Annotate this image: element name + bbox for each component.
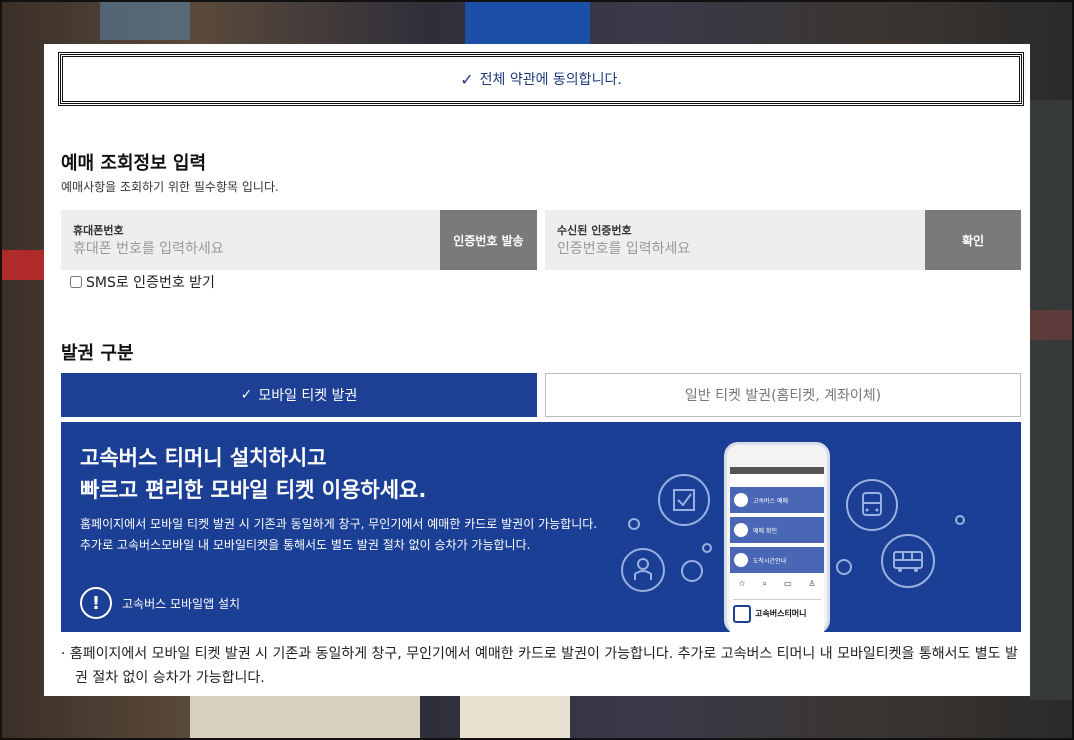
phone-row-label: 고속버스 예매: [753, 497, 789, 505]
notice-body: 홈페이지에서 모바일 티켓 발권 시 기존과 동일하게 창구, 무인기에서 예매…: [69, 646, 1018, 686]
phone-field: 휴대폰번호: [61, 210, 440, 270]
phone-row-label: 도착시간안내: [753, 557, 787, 565]
tab-general-ticket-label: 일반 티켓 발권(홈티켓, 계좌이체): [684, 388, 882, 404]
person-icon-svg: [634, 558, 652, 580]
sms-checkbox[interactable]: [70, 276, 82, 288]
bus-icon: [846, 479, 898, 531]
check-icon: ✓: [240, 387, 253, 403]
send-code-button[interactable]: 인증번호 발송: [440, 210, 537, 270]
phone-app-name-label: 고속버스티머니: [755, 609, 807, 618]
inquiry-section-desc: 예매사항을 조회하기 위한 필수항목 입니다.: [61, 180, 279, 194]
notice-bullet: ·: [61, 646, 66, 662]
coach-icon: [881, 534, 935, 588]
ticket-check-icon: [658, 474, 710, 526]
ticket-modal: ✓ 전체 약관에 동의합니다. 예매 조회정보 입력 예매사항을 조회하기 위한…: [44, 44, 1030, 696]
tab-mobile-ticket-label: 모바일 티켓 발권: [258, 388, 358, 404]
code-field-label: 수신된 인증번호: [557, 224, 632, 237]
phone-row: 고속버스 예매: [730, 487, 824, 513]
dot-icon: [955, 515, 965, 525]
phone-mockup: 고속버스 예매 예매 확인 도착시간안내 ☆ ⌕ ▭ ♙ 고속버스티머니: [724, 442, 830, 632]
phone-row: 예매 확인: [730, 517, 824, 543]
install-app-label: 고속버스 모바일앱 설치: [122, 596, 241, 611]
star-icon: ☆: [738, 579, 746, 588]
sms-checkbox-label: SMS로 인증번호 받기: [86, 275, 215, 291]
dot-icon: [681, 560, 703, 582]
mobile-app-banner: 고속버스 티머니 설치하시고 빠르고 편리한 모바일 티켓 이용하세요. 홈페이…: [61, 422, 1021, 632]
banner-headline-line-2: 빠르고 편리한 모바일 티켓 이용하세요.: [80, 478, 427, 502]
banner-headline-line-1: 고속버스 티머니 설치하시고: [80, 446, 327, 470]
person-icon: ♙: [808, 579, 816, 588]
dot-icon: [702, 543, 712, 553]
phone-screen: 고속버스 예매 예매 확인 도착시간안내 ☆ ⌕ ▭ ♙ 고속버스티머니: [730, 467, 824, 632]
bus-icon: [733, 604, 751, 623]
check-icon: ✓: [460, 69, 474, 89]
phone-field-label: 휴대폰번호: [73, 224, 124, 237]
phone-row: 도착시간안내: [730, 547, 824, 573]
install-app-link[interactable]: ! 고속버스 모바일앱 설치: [80, 587, 240, 619]
confirm-button[interactable]: 확인: [925, 210, 1021, 270]
person-icon: [621, 548, 665, 592]
banner-headline: 고속버스 티머니 설치하시고 빠르고 편리한 모바일 티켓 이용하세요.: [80, 442, 426, 506]
phone-app-name: 고속버스티머니: [733, 599, 821, 627]
phone-nav: ☆ ⌕ ▭ ♙: [730, 579, 824, 597]
banner-body: 홈페이지에서 모바일 티켓 발권 시 기존과 동일하게 창구, 무인기에서 예매…: [80, 517, 598, 552]
check-icon: [734, 523, 748, 537]
notice-text: · 홈페이지에서 모바일 티켓 발권 시 기존과 동일하게 창구, 무인기에서 …: [61, 642, 1021, 690]
issue-section-title: 발권 구분: [61, 343, 134, 364]
sms-option[interactable]: SMS로 인증번호 받기: [70, 272, 215, 292]
coach-icon-svg: [893, 551, 923, 572]
agree-all-label: 전체 약관에 동의합니다.: [479, 72, 622, 88]
tab-mobile-ticket[interactable]: ✓ 모바일 티켓 발권: [61, 373, 537, 417]
code-field: 수신된 인증번호: [545, 210, 925, 270]
dot-icon: [628, 518, 640, 530]
exclamation-icon: !: [80, 587, 112, 619]
dot-icon: [836, 559, 852, 575]
agree-all-terms[interactable]: ✓ 전체 약관에 동의합니다.: [58, 52, 1024, 106]
bus-icon: [734, 493, 748, 507]
phone-status-bar: [730, 467, 824, 474]
clock-icon: [734, 553, 748, 567]
inquiry-section-title: 예매 조회정보 입력: [61, 153, 207, 174]
phone-input[interactable]: [73, 238, 433, 260]
ticket-check-icon-svg: [673, 489, 695, 511]
bus-icon-svg: [862, 492, 882, 516]
code-input[interactable]: [557, 238, 917, 260]
book-icon: ▭: [783, 579, 792, 588]
tab-general-ticket[interactable]: 일반 티켓 발권(홈티켓, 계좌이체): [545, 373, 1021, 417]
search-icon: ⌕: [762, 579, 767, 588]
phone-row-label: 예매 확인: [753, 527, 777, 535]
